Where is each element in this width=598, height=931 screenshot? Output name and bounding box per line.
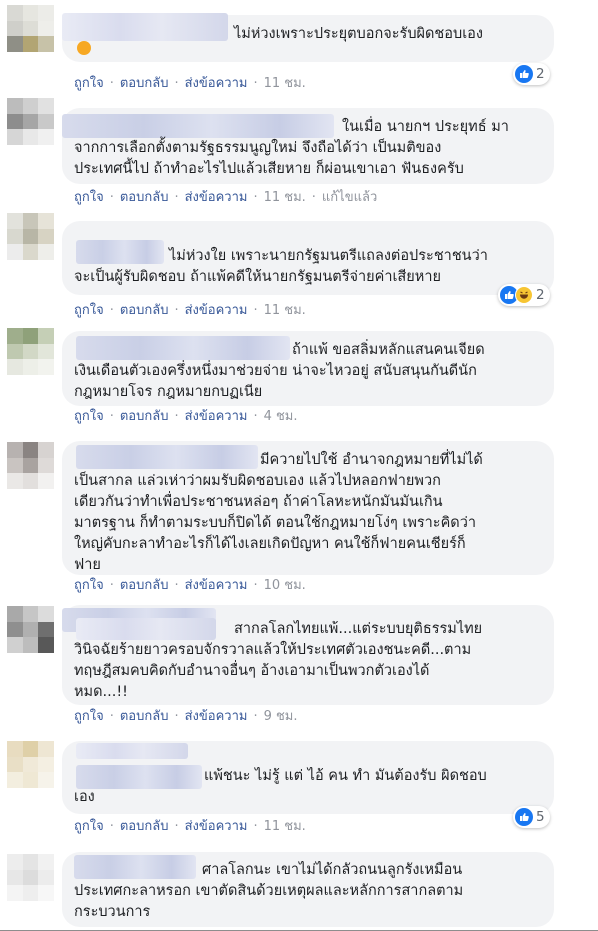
comment-actions: ถูกใจ · ตอบกลับ · ส่งข้อความ · 9 ชม. xyxy=(74,708,298,726)
separator: · xyxy=(253,578,258,593)
message-link[interactable]: ส่งข้อความ xyxy=(185,75,248,93)
comment-text: ศาลโลกนะ เขาไม่ได้กลัวถนนลูกรังเหมือน ปร… xyxy=(74,862,464,920)
reaction-count: 5 xyxy=(536,809,545,825)
timestamp[interactable]: 11 ชม. xyxy=(264,189,306,207)
separator: · xyxy=(109,303,114,318)
separator: · xyxy=(109,819,114,834)
comment-bubble: ศาลโลกนะ เขาไม่ได้กลัวถนนลูกรังเหมือน ปร… xyxy=(62,852,554,927)
reply-link[interactable]: ตอบกลับ xyxy=(120,75,169,93)
avatar[interactable] xyxy=(7,442,54,489)
reply-link[interactable]: ตอบกลับ xyxy=(120,708,169,726)
avatar[interactable] xyxy=(7,213,54,260)
message-link[interactable]: ส่งข้อความ xyxy=(185,708,248,726)
timestamp[interactable]: 10 ชม. xyxy=(264,577,306,595)
like-reaction-icon xyxy=(515,808,533,826)
comment-text: แพ้ชนะ ไม่รู้ แต่ ไอ้ คน ทำ มันต้องรับ ผ… xyxy=(74,768,487,805)
reaction-count: 2 xyxy=(536,287,545,303)
reaction-summary[interactable]: 2 xyxy=(498,284,550,306)
separator: · xyxy=(174,578,179,593)
reply-link[interactable]: ตอบกลับ xyxy=(120,408,169,426)
edited-label[interactable]: แก้ไขแล้ว xyxy=(322,189,377,207)
timestamp[interactable]: 11 ชม. xyxy=(264,302,306,320)
like-reaction-icon xyxy=(515,65,533,83)
message-link[interactable]: ส่งข้อความ xyxy=(185,577,248,595)
separator: · xyxy=(109,578,114,593)
comment-text: ไม่ห่วงเพราะประยุตบอกจะรับผิดชอบเอง xyxy=(234,26,483,42)
separator: · xyxy=(253,190,258,205)
comment-bubble: ในเมื่อ นายกฯ ประยุทธ์ มา จากการเลือกตั้… xyxy=(62,108,554,184)
message-link[interactable]: ส่งข้อความ xyxy=(185,408,248,426)
like-link[interactable]: ถูกใจ xyxy=(74,302,104,320)
avatar[interactable] xyxy=(7,5,54,52)
separator: · xyxy=(311,190,316,205)
like-link[interactable]: ถูกใจ xyxy=(74,189,104,207)
separator: · xyxy=(253,409,258,424)
separator: · xyxy=(174,303,179,318)
separator: · xyxy=(174,76,179,91)
timestamp[interactable]: 9 ชม. xyxy=(264,708,298,726)
separator: · xyxy=(174,190,179,205)
timestamp[interactable]: 11 ชม. xyxy=(264,818,306,836)
separator: · xyxy=(253,709,258,724)
reply-link[interactable]: ตอบกลับ xyxy=(120,818,169,836)
comment-bubble: แพ้ชนะ ไม่รู้ แต่ ไอ้ คน ทำ มันต้องรับ ผ… xyxy=(62,741,554,814)
comment-actions: ถูกใจ · ตอบกลับ · ส่งข้อความ · 11 ชม. xyxy=(74,302,306,320)
reaction-count: 2 xyxy=(536,66,545,82)
avatar[interactable] xyxy=(7,606,54,653)
comment-text: ในเมื่อ นายกฯ ประยุทธ์ มา จากการเลือกตั้… xyxy=(74,119,509,177)
separator: · xyxy=(253,76,258,91)
separator: · xyxy=(253,819,258,834)
avatar[interactable] xyxy=(7,98,54,145)
comment-actions: ถูกใจ · ตอบกลับ · ส่งข้อความ · 11 ชม. · … xyxy=(74,189,377,207)
reply-link[interactable]: ตอบกลับ xyxy=(120,189,169,207)
separator: · xyxy=(174,819,179,834)
reaction-summary[interactable]: 5 xyxy=(513,806,550,828)
comment-text: ไม่ห่วงใย เพราะนายกรัฐมนตรีแถลงต่อประชาช… xyxy=(74,248,488,285)
comment-thread: ไม่ห่วงเพราะประยุตบอกจะรับผิดชอบเอง ถูกใ… xyxy=(0,0,598,931)
separator: · xyxy=(109,409,114,424)
haha-reaction-icon xyxy=(515,286,533,304)
avatar[interactable] xyxy=(7,328,54,375)
comment-actions: ถูกใจ · ตอบกลับ · ส่งข้อความ · 11 ชม. xyxy=(74,75,306,93)
comment-text: มีควายไปใช้ อำนาจกฎหมายที่ไม่ได้ เป็นสาก… xyxy=(74,452,483,573)
comment-bubble: ไม่ห่วงเพราะประยุตบอกจะรับผิดชอบเอง xyxy=(62,13,554,62)
comment-bubble: สากลโลกไทยแพ้...แต่ระบบยุติธรรมไทย วินิจ… xyxy=(62,605,554,705)
separator: · xyxy=(253,303,258,318)
timestamp[interactable]: 4 ชม. xyxy=(264,408,298,426)
separator: · xyxy=(174,409,179,424)
message-link[interactable]: ส่งข้อความ xyxy=(185,189,248,207)
like-link[interactable]: ถูกใจ xyxy=(74,708,104,726)
separator: · xyxy=(174,709,179,724)
separator: · xyxy=(109,190,114,205)
like-link[interactable]: ถูกใจ xyxy=(74,408,104,426)
message-link[interactable]: ส่งข้อความ xyxy=(185,818,248,836)
like-link[interactable]: ถูกใจ xyxy=(74,818,104,836)
reaction-summary[interactable]: 2 xyxy=(513,63,550,85)
timestamp[interactable]: 11 ชม. xyxy=(264,75,306,93)
comment-bubble: มีควายไปใช้ อำนาจกฎหมายที่ไม่ได้ เป็นสาก… xyxy=(62,441,554,575)
reply-link[interactable]: ตอบกลับ xyxy=(120,577,169,595)
comment-text: สากลโลกไทยแพ้...แต่ระบบยุติธรรมไทย วินิจ… xyxy=(74,621,483,700)
message-link[interactable]: ส่งข้อความ xyxy=(185,302,248,320)
commenter-name[interactable] xyxy=(76,743,188,759)
comment-bubble: ไม่ห่วงใย เพราะนายกรัฐมนตรีแถลงต่อประชาช… xyxy=(62,221,554,295)
comment-actions: ถูกใจ · ตอบกลับ · ส่งข้อความ · 11 ชม. xyxy=(74,818,306,836)
emoji-icon xyxy=(77,41,91,55)
avatar[interactable] xyxy=(7,741,54,788)
comment-text: ถ้าแพ้ ขอสลิ่มหลักแสนคนเจียด เงินเดือนตั… xyxy=(74,342,485,400)
comment-actions: ถูกใจ · ตอบกลับ · ส่งข้อความ · 4 ชม. xyxy=(74,408,298,426)
like-link[interactable]: ถูกใจ xyxy=(74,75,104,93)
commenter-name[interactable] xyxy=(62,13,228,41)
like-link[interactable]: ถูกใจ xyxy=(74,577,104,595)
comment-actions: ถูกใจ · ตอบกลับ · ส่งข้อความ · 10 ชม. xyxy=(74,577,306,595)
comment-bubble: ถ้าแพ้ ขอสลิ่มหลักแสนคนเจียด เงินเดือนตั… xyxy=(62,331,554,406)
reply-link[interactable]: ตอบกลับ xyxy=(120,302,169,320)
avatar[interactable] xyxy=(7,854,54,901)
separator: · xyxy=(109,709,114,724)
separator: · xyxy=(109,76,114,91)
